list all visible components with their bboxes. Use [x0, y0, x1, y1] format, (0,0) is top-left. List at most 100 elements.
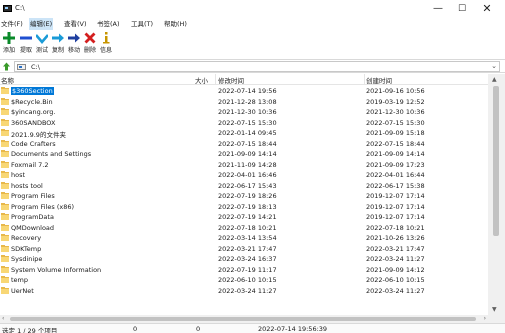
delete-icon — [84, 32, 96, 44]
file-name: Foxmail 7.2 — [11, 160, 49, 169]
file-row[interactable]: Program Files 2022-07-19 18:26 2019-12-07 … — [0, 191, 488, 202]
file-row[interactable]: Sysdinipe 2022-03-24 16:37 2022-03-24 11:2… — [0, 254, 488, 265]
minimize-button[interactable]: — — [427, 2, 449, 16]
folder-icon — [1, 276, 9, 283]
column-divider[interactable] — [215, 74, 216, 85]
folder-icon — [1, 160, 9, 168]
file-row[interactable]: $360Section 2022-07-14 19:56 2021-09-16 10… — [0, 86, 488, 97]
file-row[interactable]: Foxmail 7.2 2021-11-09 14:28 2021-09-09 17… — [0, 160, 488, 171]
file-name: Sysdinipe — [11, 255, 43, 263]
file-name: Recovery — [11, 234, 42, 242]
menu-edit[interactable]: 编辑(E) — [29, 18, 54, 30]
scroll-right-icon[interactable]: › — [484, 315, 486, 322]
menu-view[interactable]: 查看(V) — [63, 18, 88, 30]
chevron-down-icon[interactable]: ⌄ — [491, 62, 497, 70]
folder-icon — [1, 139, 9, 147]
file-created: 2021-09-09 17:23 — [366, 160, 425, 169]
move-icon — [68, 33, 80, 43]
file-name: QMDownload — [11, 223, 55, 232]
file-row[interactable]: Recovery 2022-03-14 13:54 2021-10-26 13:26 — [0, 233, 488, 244]
file-modified: 2022-07-19 18:26 — [218, 192, 277, 200]
column-name[interactable]: 名称 — [1, 75, 14, 85]
menu-file[interactable]: 文件(F) — [0, 18, 24, 30]
info-icon — [103, 32, 110, 44]
file-created: 2021-09-09 14:12 — [366, 265, 425, 274]
folder-icon — [1, 108, 9, 115]
file-row[interactable]: System Volume Information 2022-07-19 11:1… — [0, 265, 488, 276]
close-button[interactable]: ✕ — [476, 2, 498, 16]
file-row[interactable]: ProgramData 2022-07-19 14:21 2019-12-07 17… — [0, 212, 488, 223]
file-row[interactable]: $yincang.org. 2021-12-30 10:36 2021-12-30 … — [0, 107, 488, 118]
toolbar: 添加 提取 测试 复制 移动 删除 信息 — [0, 30, 505, 58]
file-modified: 2022-07-15 18:44 — [218, 139, 277, 148]
status-datetime: 2022-07-14 19:56:39 — [258, 325, 328, 333]
copy-button[interactable]: 复制 — [51, 30, 65, 58]
file-row[interactable]: 360SANDBOX 2022-07-15 15:30 2022-07-15 15:… — [0, 118, 488, 129]
menu-tools[interactable]: 工具(T) — [130, 18, 154, 30]
add-label: 添加 — [2, 47, 15, 54]
file-modified: 2021-12-30 10:36 — [218, 108, 277, 116]
vertical-scrollbar[interactable]: ▲ ▼ — [488, 74, 505, 315]
file-name: $Recycle.Bin — [11, 97, 53, 106]
drive-icon — [17, 64, 26, 70]
file-modified: 2022-04-01 16:46 — [218, 171, 277, 179]
file-modified: 2022-07-18 10:21 — [218, 223, 277, 232]
file-created: 2021-12-30 10:36 — [366, 108, 425, 116]
scroll-left-icon[interactable]: ‹ — [2, 315, 4, 322]
file-modified: 2022-06-10 10:15 — [218, 276, 277, 284]
file-row[interactable]: Program Files (x86) 2022-07-19 18:13 2019-… — [0, 202, 488, 213]
file-created: 2022-07-15 15:30 — [366, 118, 425, 127]
scroll-thumb-horizontal[interactable] — [10, 317, 476, 321]
file-row[interactable]: QMDownload 2022-07-18 10:21 2022-07-18 10:… — [0, 223, 488, 234]
file-row[interactable]: $Recycle.Bin 2021-12-28 13:08 2019-03-19 1… — [0, 97, 488, 108]
file-created: 2021-10-26 13:26 — [366, 234, 425, 242]
move-button[interactable]: 移动 — [67, 30, 81, 58]
file-row[interactable]: Code Crafters 2022-07-15 18:44 2022-07-15 … — [0, 139, 488, 150]
folder-icon — [1, 118, 9, 126]
file-created: 2019-12-07 17:14 — [366, 192, 425, 200]
file-modified: 2021-11-09 14:28 — [218, 160, 277, 169]
address-bar: C:\ ⌄ — [0, 59, 505, 73]
file-row[interactable]: 2021.9.9的文件夹 2022-01-14 09:45 2021-09-09 1… — [0, 128, 488, 139]
folder-icon — [1, 87, 9, 94]
delete-button[interactable]: 删除 — [83, 30, 97, 58]
info-button[interactable]: 信息 — [99, 30, 113, 58]
file-created: 2022-04-01 16:44 — [366, 171, 425, 179]
file-row[interactable]: host 2022-04-01 16:46 2022-04-01 16:44 — [0, 170, 488, 181]
file-modified: 2021-09-09 14:14 — [218, 150, 277, 158]
column-modified[interactable]: 修改时间 — [218, 75, 244, 85]
file-row[interactable]: Documents and Settings 2021-09-09 14:14 20… — [0, 149, 488, 160]
app-icon — [3, 5, 12, 12]
scroll-down-icon[interactable]: ▼ — [492, 306, 497, 313]
up-folder-icon[interactable] — [2, 62, 11, 71]
file-row[interactable]: SDKTemp 2022-03-21 17:47 2022-03-21 17:47 — [0, 244, 488, 255]
scroll-up-icon[interactable]: ▲ — [492, 76, 497, 83]
file-name: 2021.9.9的文件夹 — [11, 131, 66, 139]
file-row[interactable]: hosts tool 2022-06-17 15:43 2022-06-17 15:… — [0, 181, 488, 192]
address-input[interactable]: C:\ ⌄ — [14, 61, 500, 72]
column-created[interactable]: 创建时间 — [366, 75, 392, 85]
add-button[interactable]: 添加 — [2, 30, 16, 58]
column-divider[interactable] — [364, 74, 365, 85]
horizontal-scrollbar[interactable]: ‹ › — [0, 315, 505, 323]
file-modified: 2022-07-15 15:30 — [218, 118, 277, 127]
file-row[interactable]: temp 2022-06-10 10:15 2022-06-10 10:15 — [0, 275, 488, 286]
file-created: 2019-12-07 17:14 — [366, 213, 425, 221]
file-row[interactable]: UerNet 2022-03-24 11:27 2022-03-24 11:27 — [0, 286, 488, 297]
file-name: Code Crafters — [11, 139, 56, 148]
file-modified: 2022-07-14 19:56 — [218, 87, 277, 95]
file-list: $360Section 2022-07-14 19:56 2021-09-16 10… — [0, 86, 488, 315]
menu-bookmarks[interactable]: 书签(A) — [96, 18, 121, 30]
column-size[interactable]: 大小 — [195, 75, 208, 85]
file-modified: 2022-06-17 15:43 — [218, 181, 277, 190]
menu-help[interactable]: 帮助(H) — [163, 18, 188, 30]
maximize-button[interactable]: ☐ — [451, 2, 473, 16]
test-button[interactable]: 测试 — [35, 30, 49, 58]
folder-icon — [1, 244, 9, 252]
extract-button[interactable]: 提取 — [19, 30, 33, 58]
folder-icon — [1, 97, 9, 105]
scroll-thumb[interactable] — [493, 86, 499, 236]
column-header: 名称 大小 修改时间 创建时间 — [0, 74, 488, 85]
folder-icon — [1, 286, 9, 294]
file-name: UerNet — [11, 286, 34, 295]
